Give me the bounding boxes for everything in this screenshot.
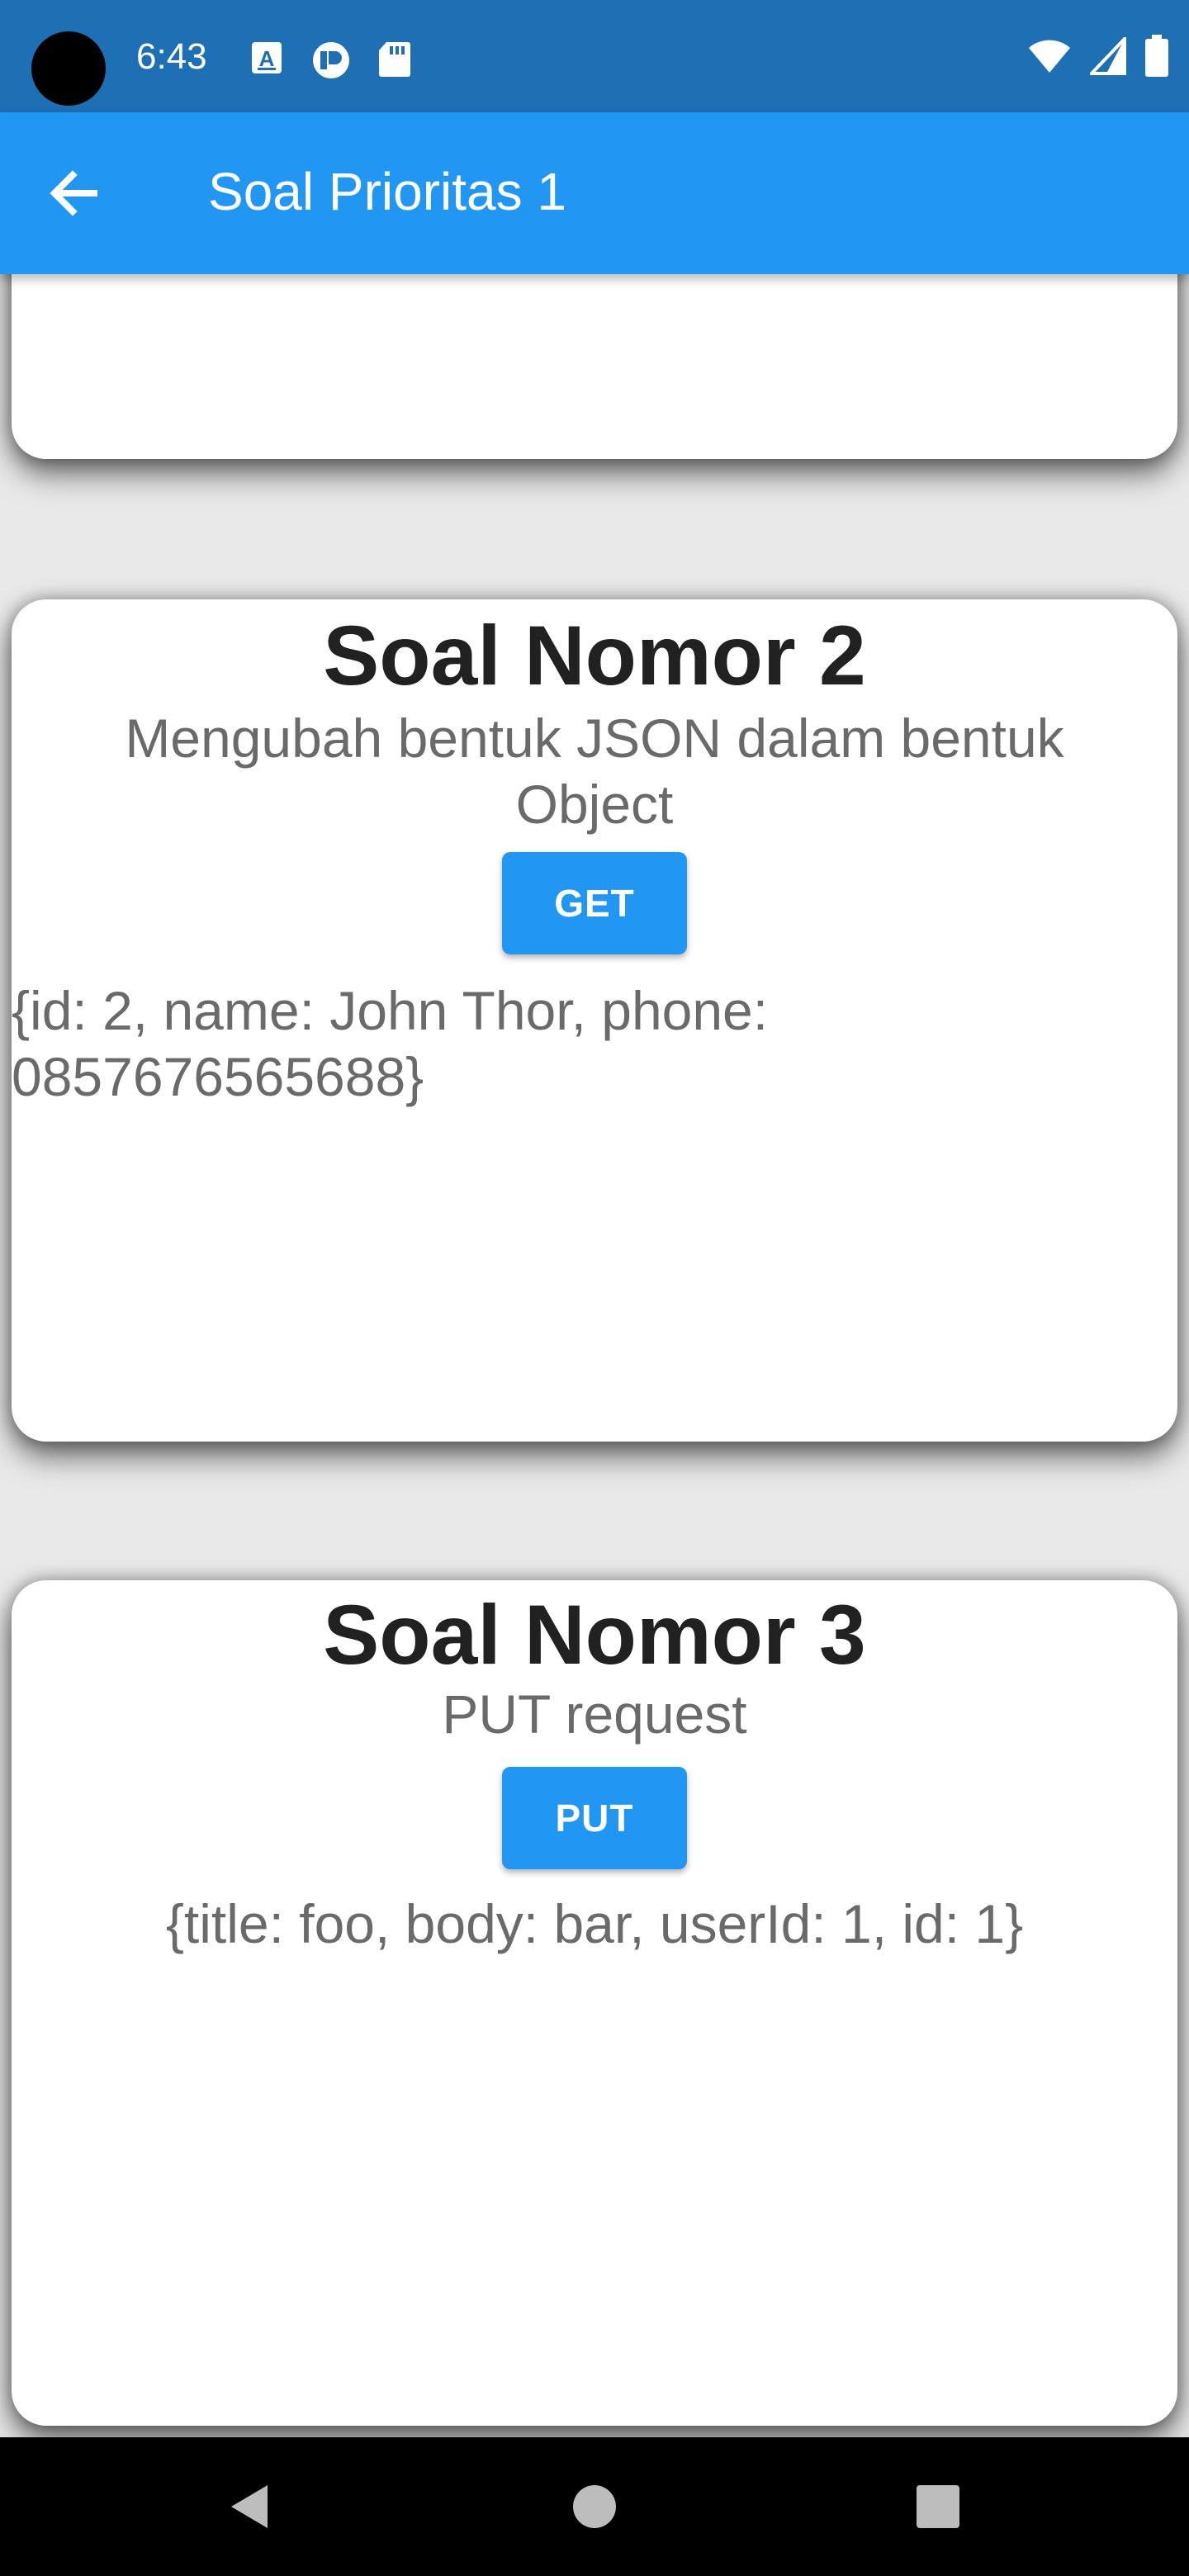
app-bar: Soal Prioritas 1 [0,112,1189,274]
home-circle-icon[interactable] [571,2480,618,2533]
wifi-icon [1029,40,1070,73]
result-text: {id: 2, name: John Thor, phone: 08576765… [12,980,769,1107]
a-box-icon: A [252,42,282,73]
card-soal-3: Soal Nomor 3 PUT request PUT {title: foo… [12,1580,1177,2426]
card-soal-2: Soal Nomor 2 Mengubah bentuk JSON dalam … [12,599,1177,1442]
result-text: {title: foo, body: bar, userId: 1, id: 1… [165,1893,1024,1954]
card-title: Soal Nomor 3 [323,1588,866,1682]
status-time: 6:43 [136,36,207,77]
sd-card-icon [379,42,410,77]
svg-text:A: A [259,46,275,71]
page-title: Soal Prioritas 1 [208,162,566,221]
card-subtitle: Mengubah bentuk JSON dalam bentuk Object [125,708,1064,835]
status-bar: 6:43 A [0,0,1189,112]
get-button[interactable]: GET [502,852,687,954]
battery-icon [1145,35,1168,77]
navigation-bar [0,2437,1189,2576]
signal-icon [1090,37,1126,75]
status-right-icons [1027,35,1169,78]
put-button[interactable]: PUT [502,1767,687,1869]
camera-cutout [31,31,106,106]
recents-square-icon[interactable] [915,2480,961,2533]
back-triangle-icon[interactable] [223,2480,276,2533]
card-subtitle: PUT request [442,1683,747,1745]
clipboard-p-icon [313,42,349,78]
back-arrow-icon[interactable] [41,160,107,226]
card-title: Soal Nomor 2 [323,608,866,703]
